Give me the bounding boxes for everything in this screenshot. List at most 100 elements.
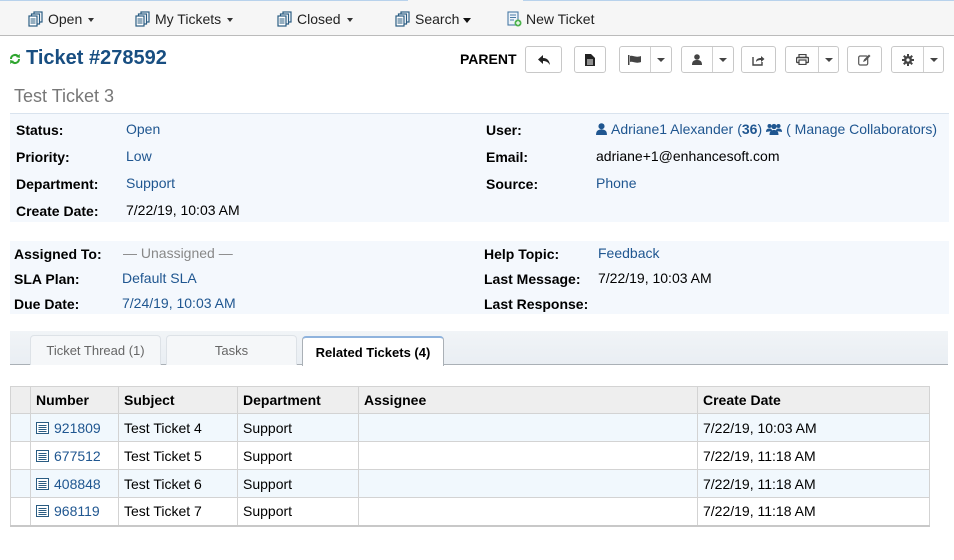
nav-top-line	[523, 0, 954, 1]
assignee-cell	[358, 497, 698, 527]
status-button[interactable]	[619, 46, 672, 73]
user-value: Adriane1 Alexander ( 36 ) ( Manage Colla…	[596, 121, 937, 137]
assigned-to-value[interactable]: — Unassigned —	[123, 245, 233, 261]
document-icon	[585, 53, 595, 66]
edit-icon	[858, 54, 871, 66]
chevron-down-icon	[463, 17, 472, 23]
row-select-cell	[10, 413, 31, 442]
number-cell: 408848	[30, 469, 119, 498]
ticket-icon	[36, 449, 49, 462]
subject-cell: Test Ticket 7	[118, 497, 238, 527]
ticket-title: Ticket #278592	[9, 47, 167, 70]
department-cell: Support	[237, 441, 359, 470]
ticket-number[interactable]: Ticket #278592	[26, 47, 167, 70]
ticket-details-panel: Status: Open Priority: Low Department: S…	[10, 114, 949, 222]
user-ticket-count-close: )	[757, 121, 763, 137]
nav-search[interactable]: Search	[395, 10, 472, 28]
tab-related-tickets[interactable]: Related Tickets (4)	[302, 336, 444, 366]
user-ticket-count[interactable]: 36	[742, 121, 758, 137]
help-topic-label: Help Topic:	[484, 246, 560, 262]
reply-button[interactable]	[525, 46, 562, 73]
due-date-label: Due Date:	[14, 296, 80, 312]
manage-collaborators-link[interactable]: ( Manage Collaborators)	[786, 121, 937, 137]
number-cell: 921809	[30, 413, 119, 442]
priority-label: Priority:	[16, 149, 70, 165]
chevron-down-icon	[719, 57, 728, 62]
tickets-icon	[28, 11, 43, 27]
tickets-icon	[277, 11, 292, 27]
print-button[interactable]	[785, 46, 839, 73]
table-row: 921809 Test Ticket 4 Support 7/22/19, 10…	[10, 413, 930, 442]
nav-my-tickets-label: My Tickets	[155, 11, 222, 27]
last-message-label: Last Message:	[484, 271, 581, 287]
ticket-number-link[interactable]: 677512	[54, 448, 101, 464]
assign-button[interactable]	[681, 46, 734, 73]
create-date-cell: 7/22/19, 11:18 AM	[697, 469, 930, 498]
chevron-down-icon	[227, 18, 234, 22]
source-value[interactable]: Phone	[596, 175, 636, 191]
ticket-subject: Test Ticket 3	[14, 86, 115, 106]
flag-icon	[628, 54, 642, 65]
table-header-row: Number Subject Department Assignee Creat…	[10, 386, 930, 414]
column-header-select	[10, 386, 31, 414]
user-icon	[692, 54, 703, 65]
number-cell: 677512	[30, 441, 119, 470]
row-select-cell	[10, 469, 31, 498]
transfer-button[interactable]	[741, 46, 776, 73]
ticket-number-link[interactable]: 968119	[54, 503, 100, 519]
top-nav: Open My Tickets Closed Search New Ticket	[0, 0, 954, 36]
column-header-create-date[interactable]: Create Date	[697, 386, 930, 414]
help-topic-value[interactable]: Feedback	[598, 245, 659, 261]
nav-open[interactable]: Open	[28, 10, 95, 28]
gear-icon	[901, 53, 914, 66]
email-value: adriane+1@enhancesoft.com	[596, 148, 780, 164]
chevron-down-icon	[824, 57, 833, 62]
column-header-number[interactable]: Number	[30, 386, 119, 414]
user-icon	[596, 123, 607, 135]
parent-label: PARENT	[460, 51, 517, 67]
priority-value[interactable]: Low	[126, 148, 152, 164]
ticket-number-link[interactable]: 921809	[54, 420, 101, 436]
more-options-button[interactable]	[891, 46, 944, 73]
tickets-icon	[395, 11, 410, 27]
tab-tasks[interactable]: Tasks	[166, 335, 297, 365]
column-header-department[interactable]: Department	[237, 386, 359, 414]
create-date-cell: 7/22/19, 11:18 AM	[697, 441, 930, 470]
subject-cell: Test Ticket 5	[118, 441, 238, 470]
tab-ticket-thread[interactable]: Ticket Thread (1)	[30, 335, 161, 365]
edit-button[interactable]	[847, 46, 882, 73]
department-value[interactable]: Support	[126, 175, 175, 191]
view-pdf-button[interactable]	[574, 46, 606, 73]
ticket-number-link[interactable]: 408848	[54, 476, 101, 492]
user-name-link[interactable]: Adriane1 Alexander	[611, 121, 733, 137]
table-row: 408848 Test Ticket 6 Support 7/22/19, 11…	[10, 469, 930, 498]
nav-my-tickets[interactable]: My Tickets	[135, 10, 234, 28]
refresh-icon[interactable]	[9, 53, 21, 65]
nav-closed-label: Closed	[297, 11, 341, 27]
status-value[interactable]: Open	[126, 121, 160, 137]
user-label: User:	[486, 122, 522, 138]
last-message-value: 7/22/19, 10:03 AM	[598, 270, 712, 286]
sla-plan-label: SLA Plan:	[14, 271, 80, 287]
nav-top-line	[0, 0, 408, 1]
status-label: Status:	[16, 122, 64, 138]
email-label: Email:	[486, 149, 529, 165]
nav-new-ticket[interactable]: New Ticket	[506, 10, 594, 28]
number-cell: 968119	[30, 497, 119, 527]
ticket-icon	[36, 477, 49, 490]
row-select-cell	[10, 497, 31, 527]
nav-open-label: Open	[48, 11, 83, 27]
column-header-assignee[interactable]: Assignee	[358, 386, 698, 414]
due-date-value[interactable]: 7/24/19, 10:03 AM	[122, 295, 236, 311]
department-cell: Support	[237, 497, 359, 527]
create-date-label: Create Date:	[16, 203, 99, 219]
reply-icon	[537, 54, 550, 65]
sla-plan-value[interactable]: Default SLA	[122, 270, 197, 286]
assignee-cell	[358, 469, 698, 498]
create-date-value: 7/22/19, 10:03 AM	[126, 202, 240, 218]
column-header-subject[interactable]: Subject	[118, 386, 238, 414]
source-label: Source:	[486, 176, 539, 192]
department-label: Department:	[16, 176, 99, 192]
nav-closed[interactable]: Closed	[277, 10, 353, 28]
last-response-label: Last Response:	[484, 296, 589, 312]
